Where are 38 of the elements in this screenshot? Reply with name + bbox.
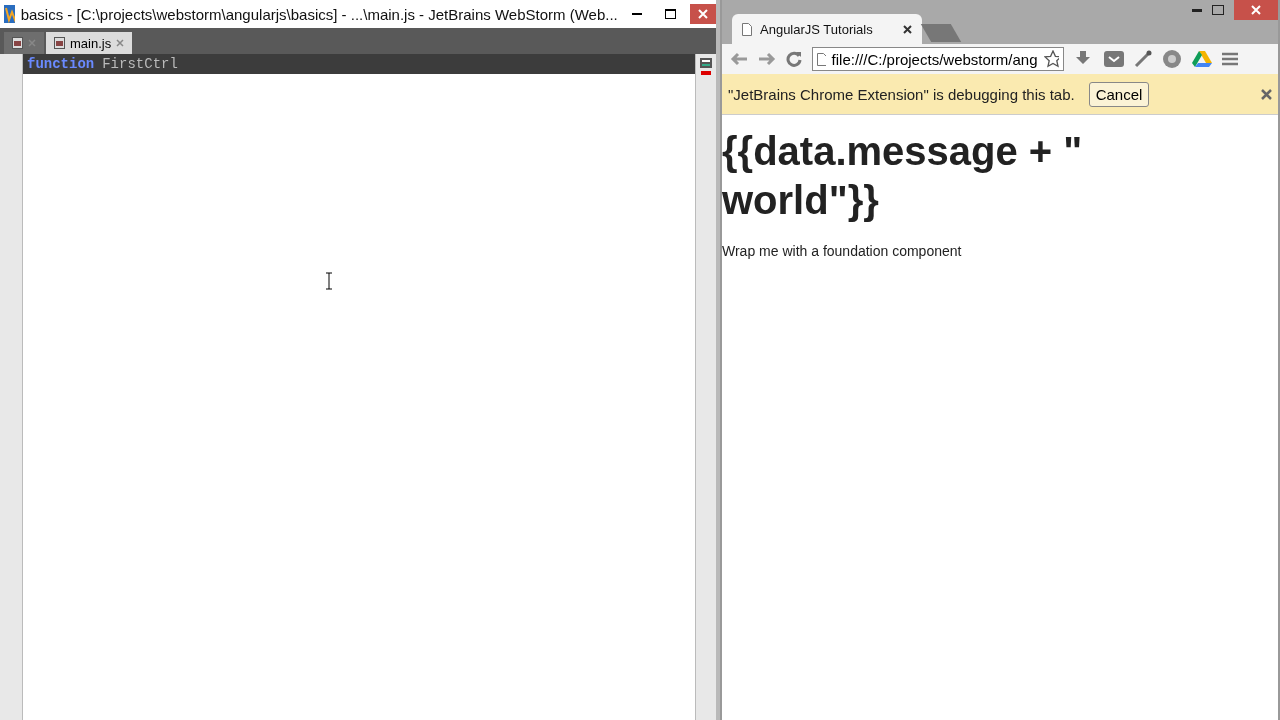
back-icon[interactable]	[730, 52, 748, 66]
close-icon	[698, 9, 708, 19]
browser-tab[interactable]: AngularJS Tutorials	[732, 14, 922, 44]
restore-button[interactable]	[1212, 5, 1224, 15]
file-icon	[12, 37, 23, 49]
address-bar[interactable]: file:///C:/projects/webstorm/ang	[812, 47, 1064, 71]
minimize-icon	[632, 13, 643, 15]
minimize-button[interactable]	[1192, 8, 1202, 12]
drive-icon[interactable]	[1192, 50, 1212, 68]
page-heading: {{data.message + " world"}}	[722, 128, 1084, 224]
new-tab-button[interactable]	[920, 24, 962, 42]
extension-icon[interactable]	[1162, 49, 1182, 69]
code-keyword: function	[27, 56, 95, 72]
close-icon	[1251, 5, 1261, 15]
cancel-button[interactable]: Cancel	[1088, 81, 1150, 107]
star-icon[interactable]	[1043, 50, 1059, 68]
window-title: basics - [C:\projects\webstorm\angularjs\basics] - ...\main.js - JetBrains WebStorm (Web...	[20, 5, 618, 23]
editor-tab[interactable]: main.js	[46, 32, 133, 54]
app-logo-icon	[4, 5, 15, 23]
page-icon	[742, 22, 752, 36]
infobar-message: "JetBrains Chrome Extension" is debugging this tab.	[728, 85, 1075, 103]
editor-tab[interactable]	[4, 32, 44, 54]
reload-icon[interactable]	[786, 51, 802, 67]
pocket-icon[interactable]	[1104, 51, 1124, 67]
file-icon	[54, 37, 65, 49]
close-button[interactable]	[1234, 0, 1278, 20]
status-icon	[700, 58, 712, 68]
page-icon	[817, 52, 826, 66]
error-marker	[701, 71, 711, 75]
menu-icon[interactable]	[1222, 52, 1238, 66]
maximize-icon	[664, 9, 676, 19]
close-button[interactable]	[690, 4, 716, 24]
eyedropper-icon[interactable]	[1134, 50, 1152, 68]
close-icon[interactable]	[903, 24, 912, 34]
code-identifier: FirstCtrl	[102, 56, 178, 72]
page-paragraph: Wrap me with a foundation component	[722, 243, 963, 259]
forward-icon[interactable]	[758, 52, 776, 66]
text-cursor-icon	[325, 272, 333, 290]
